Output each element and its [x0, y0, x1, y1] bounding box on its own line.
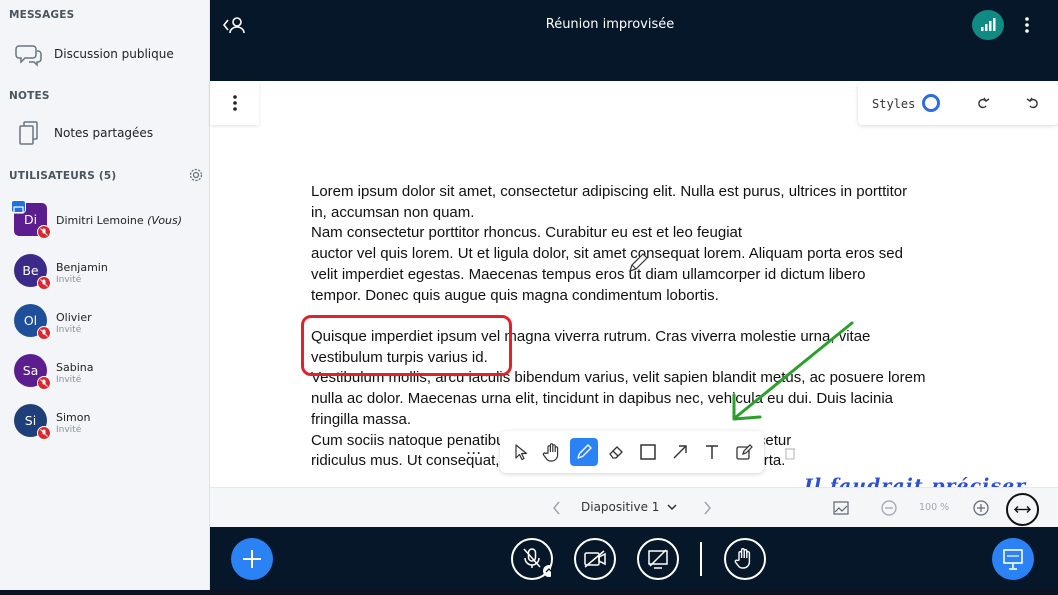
user-name: Benjamin	[56, 261, 108, 274]
muted-mic-icon	[37, 426, 51, 440]
user-row[interactable]: Si Simon Invité	[0, 400, 210, 446]
action-bar	[210, 527, 1058, 595]
fit-to-width-icon[interactable]	[1006, 493, 1039, 526]
camera-button[interactable]	[574, 538, 616, 580]
undo-icon[interactable]	[1024, 94, 1042, 112]
zoom-in-icon[interactable]	[972, 499, 990, 517]
slide-canvas[interactable]: Styles Lorem ipsum dolor sit amet, conse…	[210, 81, 1058, 489]
text-tool-icon[interactable]	[698, 438, 726, 466]
screen-share-button[interactable]	[637, 538, 679, 580]
trash-icon[interactable]	[784, 445, 796, 460]
select-tool-icon[interactable]	[506, 438, 534, 466]
user-row[interactable]: Di Dimitri Lemoine (Vous)	[0, 199, 210, 245]
arrow-tool-icon[interactable]	[666, 438, 694, 466]
pencil-tool-icon[interactable]	[570, 438, 598, 466]
next-slide-icon[interactable]	[700, 500, 714, 516]
meeting-title: Réunion improvisée	[545, 17, 675, 32]
styles-label[interactable]: Styles	[872, 97, 915, 111]
toolbar-more-button[interactable]: ...	[466, 439, 486, 463]
notes-document-icon	[15, 119, 43, 147]
shared-notes-label: Notes partagées	[54, 126, 154, 140]
meeting-header: Réunion improvisée	[210, 0, 1058, 81]
presentation-area: Styles Lorem ipsum dolor sit amet, conse…	[210, 81, 1058, 527]
whiteboard-toolbar	[500, 431, 764, 473]
redo-icon[interactable]	[974, 94, 992, 112]
whiteboard-style-panel: Styles	[858, 83, 1058, 125]
zoom-level: 100 %	[919, 502, 950, 513]
slide-text-line: Lorem ipsum dolor sit amet, consectetur …	[311, 183, 908, 200]
snapshot-icon[interactable]	[832, 499, 850, 517]
connection-status-icon[interactable]	[972, 10, 1004, 40]
user-name: Sabina	[56, 361, 94, 374]
more-options-icon[interactable]	[1022, 14, 1032, 36]
slide-text-line: auctor vel quis lorem. Ut et ligula dolo…	[311, 245, 903, 263]
public-chat-label: Discussion publique	[54, 47, 174, 61]
pencil-cursor-icon	[626, 251, 650, 275]
gear-icon[interactable]	[188, 167, 204, 183]
muted-mic-icon	[37, 326, 51, 340]
raise-hand-button[interactable]	[724, 538, 766, 580]
user-name: Simon	[56, 411, 91, 424]
eraser-tool-icon[interactable]	[602, 438, 630, 466]
green-arrow-annotation	[732, 321, 854, 421]
presenter-icon	[11, 200, 26, 214]
slide-text-line: tempor. Donec quis augue quis magna cond…	[311, 286, 719, 304]
slide-paragraph-1: Lorem ipsum dolor sit amet, consectetur …	[311, 182, 907, 306]
messages-title: MESSAGES	[9, 9, 75, 21]
chevron-down-icon	[667, 500, 677, 514]
users-title: UTILISATEURS (5)	[9, 170, 117, 182]
user-row[interactable]: Be Benjamin Invité	[0, 250, 210, 296]
user-row[interactable]: Ol Olivier Invité	[0, 300, 210, 346]
hand-tool-icon[interactable]	[538, 438, 566, 466]
sidebar-item-shared-notes[interactable]: Notes partagées	[0, 113, 210, 153]
user-row[interactable]: Sa Sabina Invité	[0, 350, 210, 396]
slide-text-line: Nam consectetur porttitor rhoncus. Curab…	[311, 224, 743, 242]
slide-navigation-bar: Diapositive 1 100 %	[210, 487, 1058, 527]
zoom-out-icon[interactable]	[880, 499, 898, 517]
slide-text-line: velit imperdiet egestas. Maecenas tempus…	[311, 265, 866, 283]
divider	[700, 542, 702, 576]
presentation-toggle-button[interactable]	[992, 538, 1034, 580]
user-role: Invité	[56, 325, 82, 335]
note-tool-icon[interactable]	[730, 438, 758, 466]
user-name: Dimitri Lemoine (Vous)	[56, 214, 183, 227]
user-role: Invité	[56, 425, 82, 435]
sidebar-item-public-chat[interactable]: Discussion publique	[0, 34, 210, 74]
user-role: Invité	[56, 375, 82, 385]
chat-bubbles-icon	[15, 40, 43, 68]
rectangle-tool-icon[interactable]	[634, 438, 662, 466]
notes-title: NOTES	[9, 90, 50, 102]
muted-mic-icon	[37, 276, 51, 290]
color-swatch[interactable]	[922, 94, 940, 112]
red-highlight-annotation	[301, 315, 512, 376]
user-name: Olivier	[56, 311, 92, 324]
presentation-options-button[interactable]	[210, 81, 259, 125]
actions-plus-button[interactable]	[231, 538, 273, 580]
window-bottom-edge	[0, 590, 1058, 595]
user-role: Invité	[56, 275, 82, 285]
muted-mic-icon	[37, 376, 51, 390]
muted-mic-icon	[37, 225, 51, 239]
slide-text-line: in, accumsan non quam.	[311, 203, 475, 221]
previous-slide-icon[interactable]	[550, 500, 564, 516]
slide-selector[interactable]: Diapositive 1	[581, 500, 677, 514]
sidebar: MESSAGES Discussion publique NOTES Notes…	[0, 0, 210, 595]
microphone-button[interactable]	[511, 538, 555, 580]
